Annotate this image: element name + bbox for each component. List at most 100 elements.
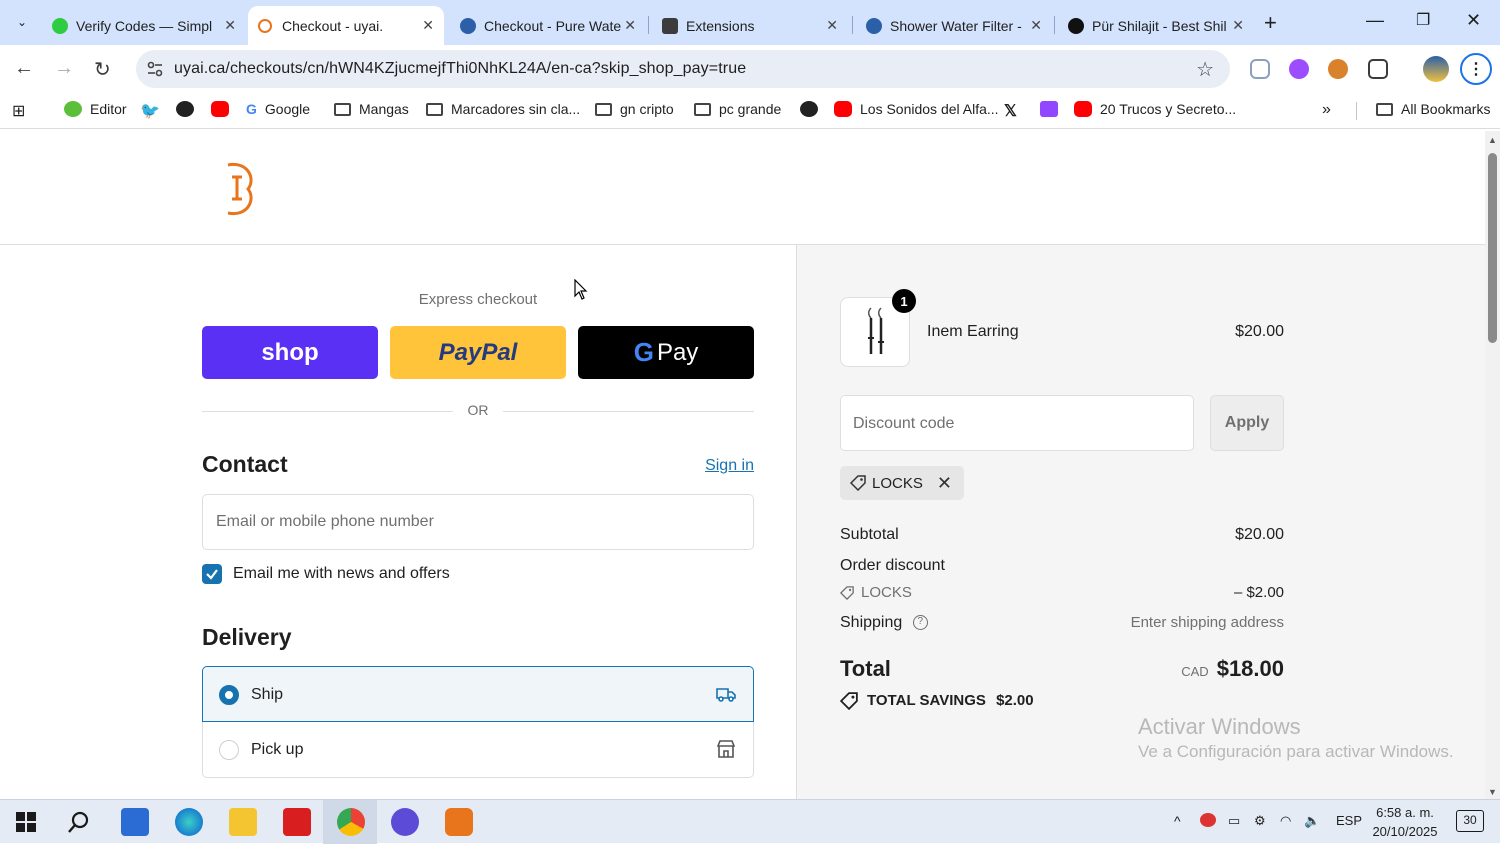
page-scrollbar[interactable]: ▲ ▼ bbox=[1485, 131, 1500, 799]
scroll-up-icon[interactable]: ▲ bbox=[1488, 135, 1497, 145]
show-hidden-icons-chevron-icon[interactable]: ^ bbox=[1174, 813, 1181, 829]
shipping-value: Enter shipping address bbox=[1130, 614, 1284, 631]
notifications-icon[interactable]: 30 bbox=[1456, 810, 1484, 832]
settings-icon[interactable]: ⚙ bbox=[1254, 813, 1266, 829]
tab-extensions[interactable]: Extensions ✕ bbox=[652, 6, 848, 45]
store-app-icon[interactable] bbox=[121, 808, 149, 836]
apply-button[interactable]: Apply bbox=[1210, 395, 1284, 451]
tab-separator bbox=[1054, 16, 1055, 34]
url-text[interactable]: uyai.ca/checkouts/cn/hWN4KZjucmejfThi0Nh… bbox=[174, 60, 746, 78]
help-circle-icon[interactable]: ? bbox=[912, 615, 928, 631]
profile-avatar[interactable] bbox=[1423, 56, 1449, 82]
close-icon[interactable]: ✕ bbox=[826, 17, 838, 34]
windows-activation-subtitle: Ve a Configuración para activar Windows. bbox=[1138, 742, 1454, 761]
tab-favicon-icon bbox=[52, 18, 68, 34]
checkmark-icon bbox=[206, 569, 218, 580]
store-icon bbox=[716, 740, 736, 758]
tab-pur-shilajit[interactable]: Pür Shilajit - Best Shil ✕ bbox=[1058, 6, 1254, 45]
address-bar[interactable]: uyai.ca/checkouts/cn/hWN4KZjucmejfThi0Nh… bbox=[136, 50, 1230, 88]
newsletter-checkbox-row[interactable]: Email me with news and offers bbox=[202, 564, 450, 584]
subtotal-row: Subtotal $20.00 bbox=[840, 526, 1284, 544]
tab-title: Shower Water Filter - bbox=[890, 17, 1022, 34]
uyai-logo[interactable] bbox=[222, 159, 256, 217]
tab-search-icon[interactable]: ⌄ bbox=[8, 8, 36, 36]
ship-radio[interactable] bbox=[219, 685, 239, 705]
reload-icon[interactable]: ↻ bbox=[94, 57, 111, 82]
bookmark-divider bbox=[1356, 102, 1357, 120]
close-window-icon[interactable]: ✕ bbox=[1466, 10, 1481, 31]
close-icon[interactable]: ✕ bbox=[1030, 17, 1042, 34]
close-icon[interactable]: ✕ bbox=[422, 17, 434, 34]
youtube-icon bbox=[834, 101, 852, 117]
scrollbar-thumb[interactable] bbox=[1488, 153, 1497, 343]
extensions-puzzle-icon[interactable] bbox=[1368, 59, 1388, 79]
bookmark-editor[interactable]: Editor bbox=[64, 101, 127, 117]
meet-icon[interactable]: ▭ bbox=[1228, 813, 1240, 829]
google-pay-button[interactable]: G Pay bbox=[578, 326, 754, 379]
forward-icon[interactable]: → bbox=[54, 57, 74, 80]
bookmark-globe-2[interactable] bbox=[800, 101, 818, 117]
bookmark-star-icon[interactable]: ☆ bbox=[1196, 57, 1214, 82]
discount-code-input[interactable]: Discount code bbox=[840, 395, 1194, 451]
shipping-row: Shipping ? Enter shipping address bbox=[840, 614, 1284, 632]
bookmark-globe[interactable] bbox=[176, 101, 194, 117]
shop-pay-button[interactable]: shop bbox=[202, 326, 378, 379]
newsletter-checkbox[interactable] bbox=[202, 564, 222, 584]
chrome-profile-icon[interactable] bbox=[391, 808, 419, 836]
search-icon[interactable] bbox=[65, 808, 93, 836]
tray-app-icon[interactable] bbox=[1200, 813, 1216, 827]
tab-checkout-pure-water[interactable]: Checkout - Pure Wate ✕ bbox=[450, 6, 646, 45]
close-icon[interactable]: ✕ bbox=[1232, 17, 1244, 34]
app-icon[interactable] bbox=[445, 808, 473, 836]
truck-icon bbox=[716, 688, 736, 702]
bookmark-x[interactable]: 𝕏 bbox=[1004, 101, 1017, 121]
restore-icon[interactable]: ❐ bbox=[1416, 10, 1430, 30]
all-bookmarks-button[interactable]: All Bookmarks bbox=[1376, 101, 1490, 117]
bookmark-label: Los Sonidos del Alfa... bbox=[860, 101, 999, 117]
menu-kebab-icon[interactable]: ⋮ bbox=[1460, 53, 1492, 85]
chrome-icon[interactable] bbox=[337, 808, 365, 836]
minimize-icon[interactable]: — bbox=[1366, 10, 1384, 31]
tab-shower-water-filter[interactable]: Shower Water Filter - ✕ bbox=[856, 6, 1052, 45]
wifi-icon[interactable]: ◠ bbox=[1280, 813, 1291, 829]
extension-icon[interactable] bbox=[1289, 59, 1309, 79]
language-indicator[interactable]: ESP bbox=[1336, 813, 1362, 828]
bookmark-20-trucos[interactable]: 20 Trucos y Secreto... bbox=[1074, 101, 1236, 117]
close-icon[interactable]: ✕ bbox=[224, 17, 236, 34]
bookmark-folder-pc-grande[interactable]: pc grande bbox=[694, 101, 781, 117]
more-bookmarks-chevron-icon[interactable]: » bbox=[1322, 101, 1331, 119]
delivery-option-pickup[interactable]: Pick up bbox=[202, 722, 754, 778]
bookmark-folder-mangas[interactable]: Mangas bbox=[334, 101, 409, 117]
scroll-down-icon[interactable]: ▼ bbox=[1488, 787, 1497, 797]
volume-icon[interactable]: 🔈 bbox=[1304, 813, 1320, 829]
email-field[interactable]: Email or mobile phone number bbox=[202, 494, 754, 550]
shop-pay-label: shop bbox=[261, 338, 319, 366]
bookmark-folder-marcadores[interactable]: Marcadores sin cla... bbox=[426, 101, 580, 117]
tab-verify-codes[interactable]: Verify Codes — Simpl ✕ bbox=[42, 6, 246, 45]
tab-checkout-uyai[interactable]: Checkout - uyai. ✕ bbox=[248, 6, 444, 45]
site-info-icon[interactable] bbox=[146, 60, 164, 78]
system-clock[interactable]: 6:58 a. m. 20/10/2025 bbox=[1372, 803, 1438, 841]
windows-start-icon[interactable] bbox=[12, 808, 40, 836]
bookmark-google[interactable]: G Google bbox=[246, 101, 310, 117]
sign-in-link[interactable]: Sign in bbox=[705, 457, 754, 475]
bookmark-youtube[interactable] bbox=[211, 101, 229, 117]
bookmark-twitch[interactable] bbox=[1040, 101, 1058, 117]
shield-extension-icon[interactable] bbox=[1250, 59, 1270, 79]
back-icon[interactable]: ← bbox=[14, 57, 34, 80]
applied-discount-chip: LOCKS ✕ bbox=[840, 466, 964, 500]
cookie-extension-icon[interactable] bbox=[1328, 59, 1348, 79]
delivery-option-ship[interactable]: Ship bbox=[202, 666, 754, 722]
office-app-icon[interactable] bbox=[283, 808, 311, 836]
remove-discount-icon[interactable]: ✕ bbox=[937, 473, 952, 494]
pickup-radio[interactable] bbox=[219, 740, 239, 760]
close-icon[interactable]: ✕ bbox=[624, 17, 636, 34]
paypal-button[interactable]: PayPal bbox=[390, 326, 566, 379]
bookmark-twitter[interactable]: 🐦 bbox=[140, 101, 160, 121]
edge-icon[interactable] bbox=[175, 808, 203, 836]
bookmark-los-sonidos[interactable]: Los Sonidos del Alfa... bbox=[834, 101, 999, 117]
apps-grid-icon[interactable]: ⊞ bbox=[12, 101, 25, 121]
new-tab-button[interactable]: + bbox=[1264, 10, 1277, 36]
file-explorer-icon[interactable] bbox=[229, 808, 257, 836]
bookmark-folder-gn-cripto[interactable]: gn cripto bbox=[595, 101, 674, 117]
